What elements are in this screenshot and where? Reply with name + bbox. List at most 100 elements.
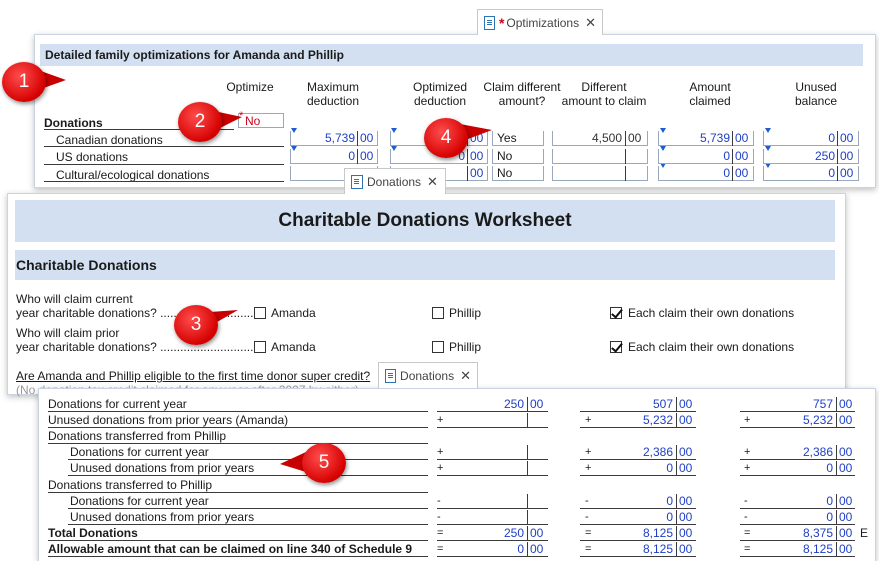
close-icon[interactable]: ✕: [460, 368, 471, 384]
unused-us-cents: 00: [840, 149, 854, 163]
cents-col3: 00: [839, 413, 853, 427]
amt-canadian-value: 5,739: [699, 131, 730, 145]
unused-canadian-cents: 00: [840, 131, 854, 145]
claim-canadian-value: Yes: [497, 131, 517, 145]
q2-line2: year charitable donations? .............…: [16, 340, 267, 354]
checkbox-prior-phillip[interactable]: [432, 341, 444, 353]
col-header-claim-different: Claim different amount?: [483, 80, 561, 108]
cents-col2: 00: [679, 542, 693, 556]
cents-col2: 00: [679, 445, 693, 459]
row-underline: [68, 475, 428, 476]
label-current-phillip: Phillip: [449, 306, 482, 320]
checkbox-prior-each[interactable]: [610, 341, 622, 353]
cents-divider: [527, 510, 528, 525]
value-col3: 0: [826, 510, 833, 524]
cents-col3: 00: [839, 397, 853, 411]
row-label: Allowable amount that can be claimed on …: [48, 542, 413, 556]
cents-col3: 00: [839, 445, 853, 459]
cents-divider: [527, 445, 528, 460]
worksheet-section-bar: Charitable Donations: [15, 250, 835, 280]
opt-us-cents: 00: [470, 149, 484, 163]
cents-col2: 00: [679, 510, 693, 524]
row-label-cultural: Cultural/ecological donations: [56, 168, 210, 182]
amount-field-col1[interactable]: [437, 461, 548, 476]
row-label: Unused donations from prior years: [70, 510, 255, 524]
sign-col1: +: [437, 414, 444, 426]
optimizations-header: Detailed family optimizations for Amanda…: [40, 44, 863, 66]
amount-field-col1[interactable]: [437, 413, 548, 428]
optimizations-header-text: Detailed family optimizations for Amanda…: [45, 48, 344, 62]
tab-label: Donations: [367, 174, 422, 189]
label-current-each: Each claim their own donations: [628, 306, 795, 320]
amount-field-col1[interactable]: [437, 445, 548, 460]
amount-field-col1[interactable]: [437, 510, 548, 525]
amt-us-value: 0: [723, 149, 730, 163]
value-col2: 0: [666, 494, 673, 508]
cents-col2: 00: [679, 397, 693, 411]
row-label: Donations for current year: [70, 494, 209, 508]
cents-divider: [676, 542, 677, 557]
optimize-field[interactable]: * No: [238, 110, 284, 128]
tab-label: Donations: [400, 368, 455, 383]
value-col3: 0: [826, 461, 833, 475]
value-col2: 8,125: [642, 526, 673, 540]
cents-col2: 00: [679, 526, 693, 540]
label-prior-each: Each claim their own donations: [628, 340, 795, 354]
value-col1: 0: [517, 542, 524, 556]
cents-divider: [836, 542, 837, 557]
cents-col3: 00: [839, 461, 853, 475]
cents-divider: [527, 542, 528, 557]
close-icon[interactable]: ✕: [427, 174, 438, 190]
tab-optimizations[interactable]: * Optimizations ✕: [477, 9, 603, 35]
cents-divider: [676, 445, 677, 460]
value-col3: 5,232: [802, 413, 833, 427]
value-col3: 757: [812, 397, 833, 411]
checkbox-current-phillip[interactable]: [432, 307, 444, 319]
amount-field-col1[interactable]: [437, 494, 548, 509]
amt-cultural-cents: 00: [735, 166, 749, 180]
value-col3: 2,386: [802, 445, 833, 459]
max-canadian-value: 5,739: [324, 131, 355, 145]
cents-divider: [676, 413, 677, 428]
col-header-max-deduction: Maximum deduction: [306, 80, 360, 108]
amt-cultural-value: 0: [723, 166, 730, 180]
checkbox-prior-amanda[interactable]: [254, 341, 266, 353]
row-underline: [48, 443, 428, 444]
value-col3: 0: [826, 494, 833, 508]
row-label-us: US donations: [56, 150, 129, 164]
q3-question: Are Amanda and Phillip eligible to the f…: [16, 369, 371, 383]
tab-donations-worksheet[interactable]: Donations ✕: [344, 168, 446, 194]
close-icon[interactable]: ✕: [585, 15, 596, 31]
cents-divider: [527, 461, 528, 476]
claim-cultural-value: No: [497, 166, 513, 180]
different-amount-us[interactable]: [552, 149, 648, 164]
checkbox-current-each[interactable]: [610, 307, 622, 319]
cents-divider: [836, 494, 837, 509]
cents-divider: [676, 461, 677, 476]
q1-line1: Who will claim current: [16, 292, 133, 306]
sign-col1: +: [437, 462, 444, 474]
value-col1: 250: [503, 397, 524, 411]
max-us-value: 0: [348, 149, 355, 163]
callout-4: 4: [424, 118, 468, 158]
col-header-different-amount: Different amount to claim: [561, 80, 647, 108]
col-header-unused-balance: Unused balance: [794, 80, 838, 108]
document-icon: [385, 368, 397, 383]
label-prior-phillip: Phillip: [449, 340, 482, 354]
optimize-value: No: [245, 114, 261, 128]
row-underline: [48, 556, 428, 557]
callout-1: 1: [2, 62, 46, 102]
checkbox-current-amanda[interactable]: [254, 307, 266, 319]
sign-col1: +: [437, 446, 444, 458]
cents-col3: 00: [839, 526, 853, 540]
col-header-amount-claimed: Amount claimed: [689, 80, 731, 108]
unused-cultural-value: 0: [828, 166, 835, 180]
document-icon: [351, 174, 363, 189]
cents-col2: 00: [679, 413, 693, 427]
cents-col3: 00: [839, 494, 853, 508]
tab-donations[interactable]: Donations ✕: [378, 362, 478, 388]
value-col2: 0: [666, 510, 673, 524]
row-label: Total Donations: [48, 526, 138, 540]
cents-divider: [676, 397, 677, 412]
different-amount-cultural[interactable]: [552, 166, 648, 181]
